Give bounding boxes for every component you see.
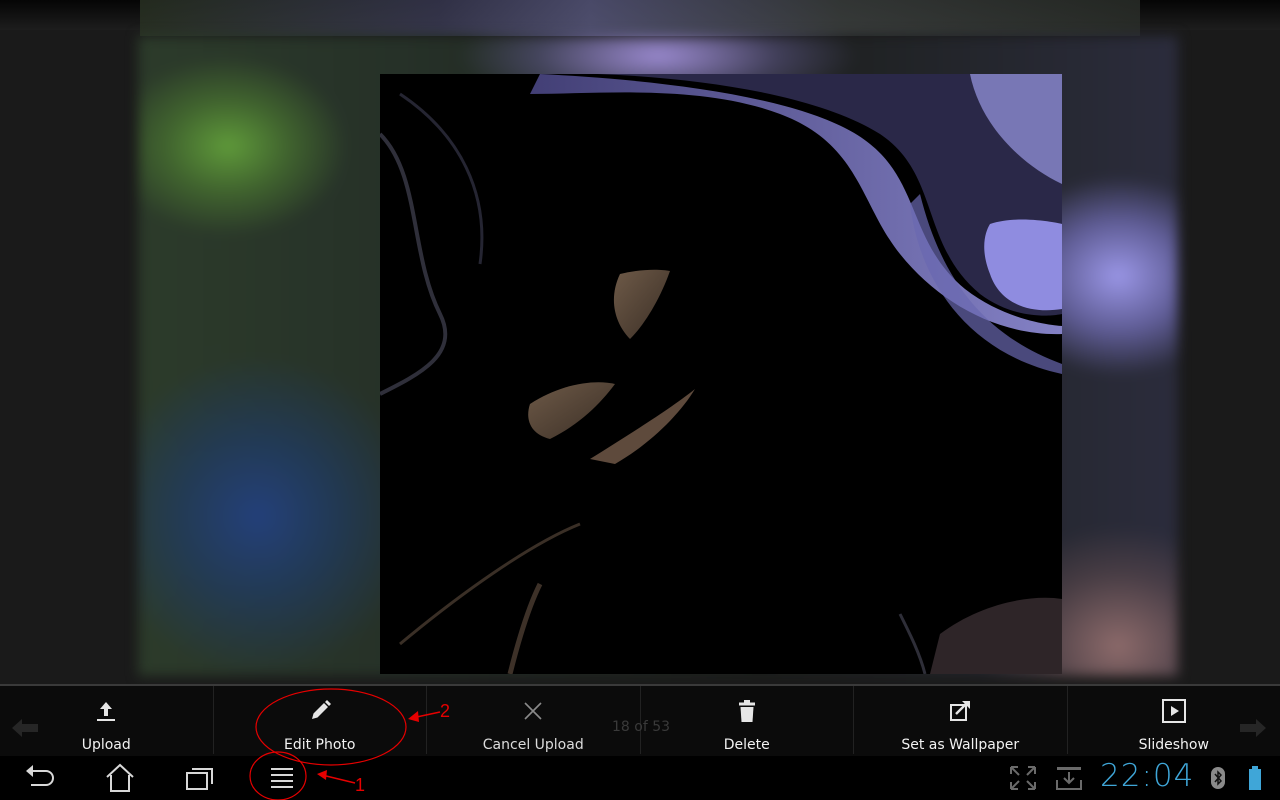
annotation-overlay [249,688,441,800]
edit-photo-highlight-circle [255,688,407,766]
arrow-1-head-icon [317,770,327,780]
annotation-marker-2: 2 [440,701,451,721]
menu-highlight-circle [249,751,307,800]
arrow-1-line [321,774,356,784]
arrow-2-head-icon [408,711,419,722]
android-gallery-screen: Upload Edit Photo Cancel Upload Delete S… [0,0,1280,800]
annotation-marker-1: 1 [355,775,366,795]
